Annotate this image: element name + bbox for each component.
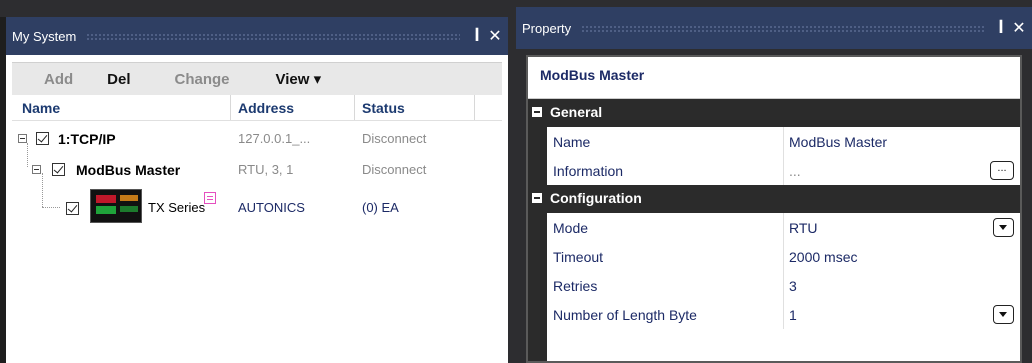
my-system-toolbar: Add Del Change View ▾ <box>12 62 502 95</box>
property-object-name: ModBus Master <box>528 57 1020 99</box>
property-value[interactable]: 1 <box>789 307 797 323</box>
pin-icon[interactable]: ꟾ <box>468 28 486 45</box>
dropdown-button[interactable] <box>993 218 1014 237</box>
property-name: Retries <box>553 278 598 294</box>
tree-item-address: RTU, 3, 1 <box>238 162 294 177</box>
property-value[interactable]: 2000 msec <box>789 249 857 265</box>
collapse-icon[interactable] <box>32 165 41 174</box>
grid-gutter <box>528 319 547 361</box>
property-value[interactable]: 3 <box>789 278 797 294</box>
checkbox-checked[interactable] <box>36 132 49 145</box>
column-status[interactable]: Status <box>362 100 405 116</box>
property-row-information[interactable]: Information ... ... <box>528 156 1020 185</box>
tree-item-status: Disconnect <box>362 162 427 177</box>
ellipsis-button[interactable]: ... <box>990 161 1014 180</box>
my-system-titlebar: My System ꟾ ✕ <box>6 17 508 55</box>
del-button[interactable]: Del <box>103 71 134 88</box>
property-value[interactable]: RTU <box>789 220 818 236</box>
add-button[interactable]: Add <box>40 71 77 88</box>
property-name: Timeout <box>553 249 604 265</box>
checkbox-checked[interactable] <box>66 202 79 215</box>
tree-row-tx-series[interactable]: TX Series AUTONICS (0) EA <box>6 188 508 228</box>
property-name: Name <box>553 134 591 150</box>
tree-item-status: Disconnect <box>362 131 427 146</box>
property-titlebar: Property ꟾ ✕ <box>516 7 1032 49</box>
tree-item-status: (0) EA <box>362 200 399 215</box>
property-title: Property <box>522 20 572 36</box>
collapse-icon[interactable] <box>18 134 27 143</box>
dropdown-button[interactable] <box>993 305 1014 324</box>
close-icon[interactable]: ✕ <box>486 26 504 46</box>
tree-item-address: AUTONICS <box>238 200 305 215</box>
my-system-panel: My System ꟾ ✕ Add Del Change View ▾ Name… <box>0 17 508 363</box>
property-row-number-of-length-byte[interactable]: Number of Length Byte 1 <box>528 300 1020 329</box>
property-panel: Property ꟾ ✕ ModBus Master General Name … <box>516 7 1032 363</box>
column-name[interactable]: Name <box>22 100 60 116</box>
device-tree: 1:TCP/IP 127.0.0.1_... Disconnect ModBus… <box>6 121 508 341</box>
my-system-title: My System <box>12 28 77 44</box>
column-separator[interactable] <box>474 95 475 120</box>
property-row-timeout[interactable]: Timeout 2000 msec <box>528 242 1020 271</box>
property-name: Number of Length Byte <box>553 307 697 323</box>
tree-item-name: 1:TCP/IP <box>58 131 116 147</box>
property-name: Information <box>553 163 624 179</box>
list-icon <box>204 192 216 204</box>
checkbox-checked[interactable] <box>52 163 65 176</box>
pin-icon[interactable]: ꟾ <box>992 20 1010 37</box>
property-value[interactable]: ModBus Master <box>789 134 887 150</box>
view-dropdown-button[interactable]: View ▾ <box>272 70 326 88</box>
tree-item-address: 127.0.0.1_... <box>238 131 311 146</box>
tree-item-name: TX Series <box>148 200 206 215</box>
category-general[interactable]: General <box>528 99 1020 127</box>
category-label: Configuration <box>550 190 642 206</box>
column-address[interactable]: Address <box>238 100 294 116</box>
close-icon[interactable]: ✕ <box>1010 18 1028 38</box>
property-row-name[interactable]: Name ModBus Master <box>528 127 1020 156</box>
property-grid-container: ModBus Master General Name ModBus Master… <box>526 55 1022 363</box>
property-row-retries[interactable]: Retries 3 <box>528 271 1020 300</box>
tx-series-device-icon <box>90 189 142 223</box>
collapse-icon[interactable] <box>532 193 542 203</box>
category-label: General <box>550 104 603 120</box>
column-separator[interactable] <box>354 95 355 120</box>
tree-row-tcpip[interactable]: 1:TCP/IP 127.0.0.1_... Disconnect <box>6 125 508 153</box>
tree-row-modbus-master[interactable]: ModBus Master RTU, 3, 1 Disconnect <box>6 156 508 184</box>
column-header: Name Address Status <box>12 95 502 121</box>
property-grid: General Name ModBus Master Information .… <box>528 99 1020 329</box>
change-button[interactable]: Change <box>171 71 234 88</box>
titlebar-grip[interactable] <box>581 24 984 32</box>
property-value[interactable]: ... <box>789 163 801 179</box>
property-name: Mode <box>553 220 589 236</box>
tree-item-name: ModBus Master <box>76 162 181 178</box>
titlebar-grip[interactable] <box>86 32 460 40</box>
column-separator[interactable] <box>230 95 231 120</box>
property-row-mode[interactable]: Mode RTU <box>528 213 1020 242</box>
collapse-icon[interactable] <box>532 107 542 117</box>
category-configuration[interactable]: Configuration <box>528 185 1020 213</box>
